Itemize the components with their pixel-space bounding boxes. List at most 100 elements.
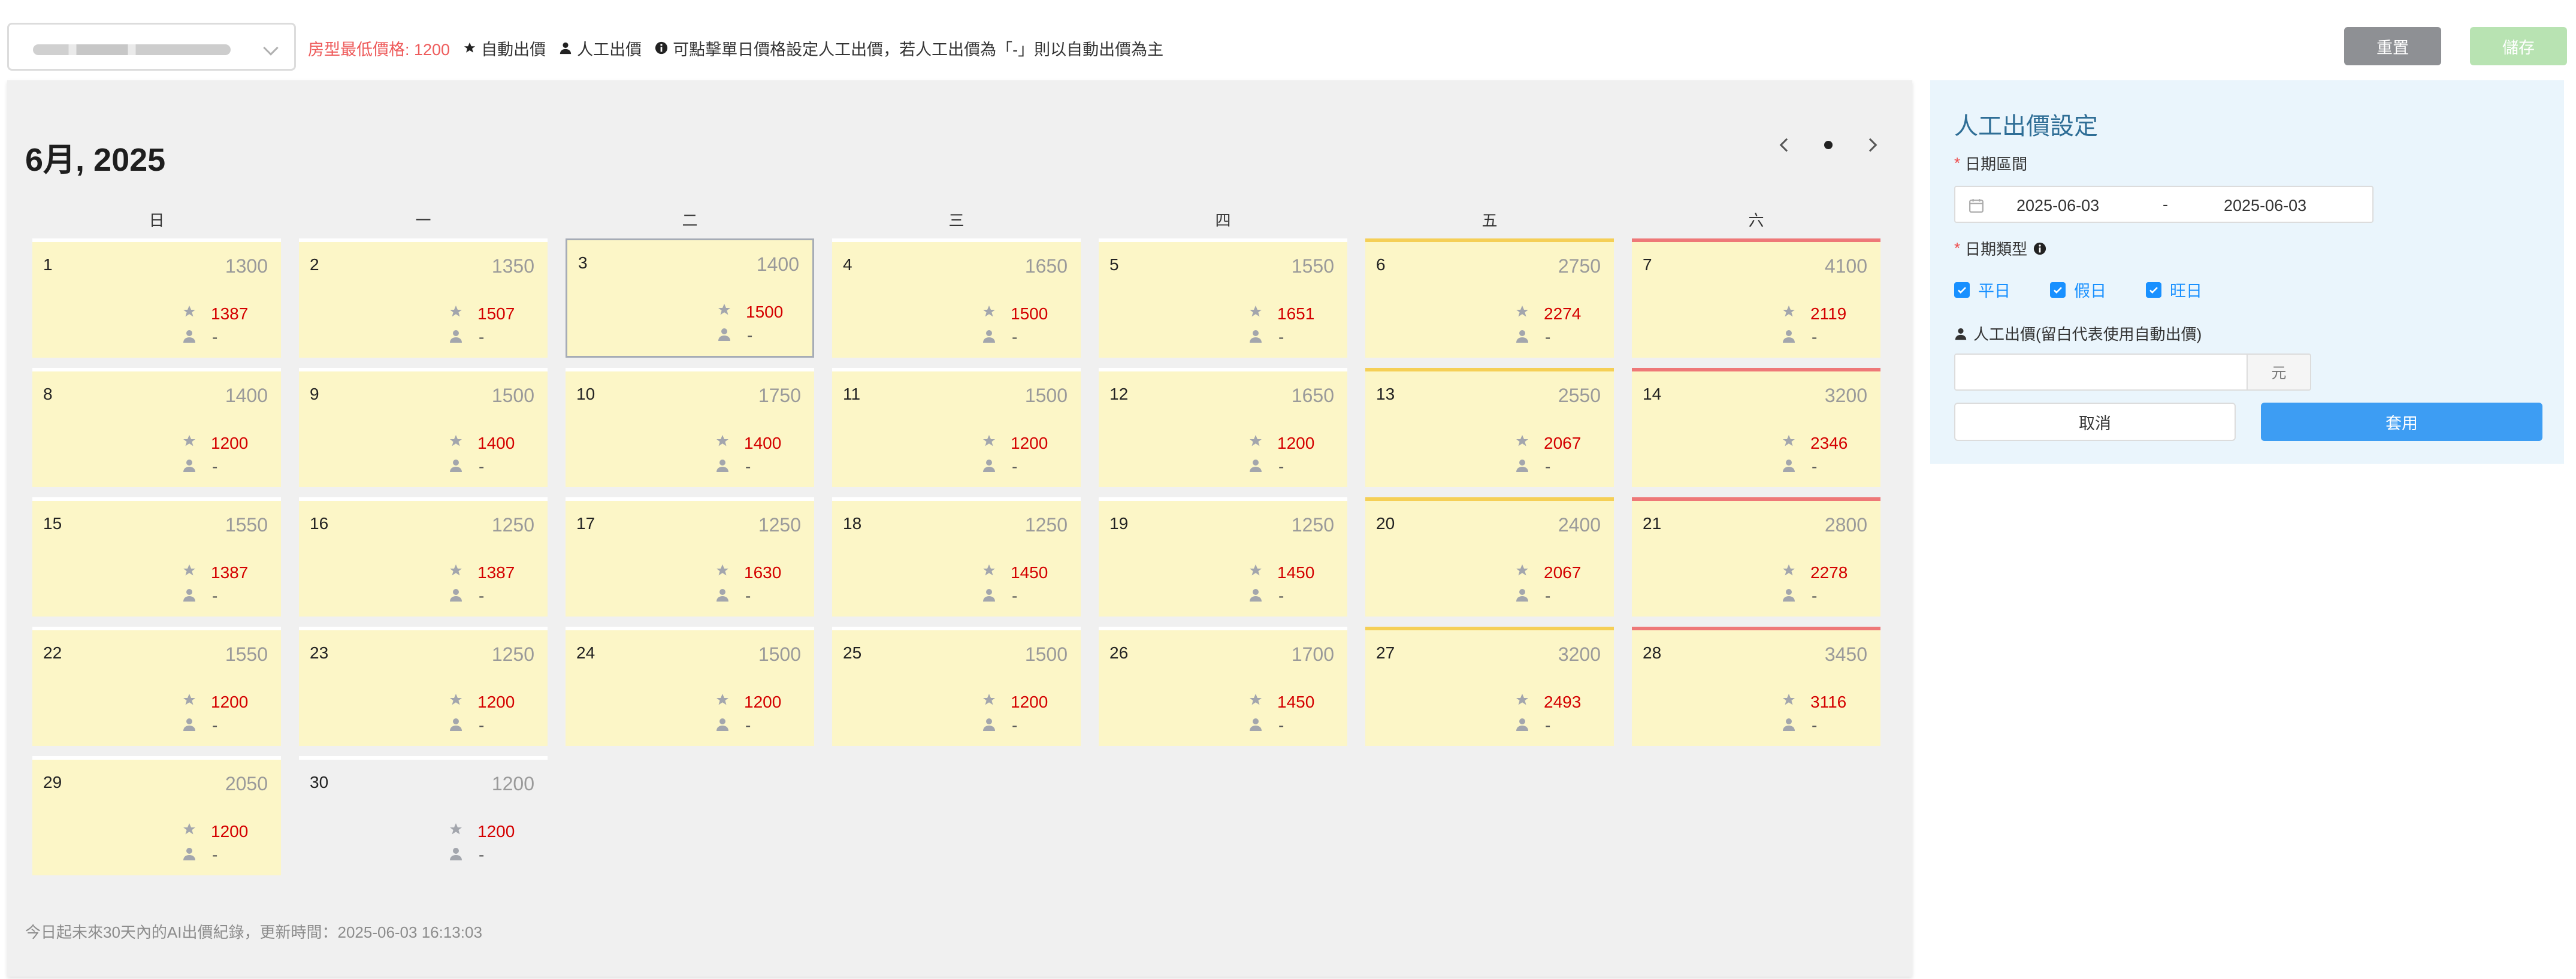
calendar-day-cell[interactable]: 3 1400 1500 - [566, 238, 814, 358]
apply-button[interactable]: 套用 [2261, 403, 2542, 441]
manual-price[interactable]: - [745, 457, 751, 476]
calendar-day-cell[interactable]: 30 1200 1200 - [299, 756, 548, 875]
calendar-day-cell[interactable]: 17 1250 1630 - [566, 497, 814, 617]
manual-price[interactable]: - [1812, 716, 1817, 735]
manual-price-input[interactable] [1954, 353, 2248, 391]
auto-price[interactable]: 1200 [477, 693, 515, 712]
calendar-day-cell[interactable]: 9 1500 1400 - [299, 368, 548, 487]
auto-price[interactable]: 1651 [1277, 304, 1314, 324]
auto-price[interactable]: 1507 [477, 304, 515, 324]
next-month-button[interactable] [1858, 133, 1882, 157]
calendar-day-cell[interactable]: 12 1650 1200 - [1099, 368, 1347, 487]
manual-price[interactable]: - [1012, 716, 1017, 735]
date-start-input[interactable]: 2025-06-03 [2016, 197, 2099, 215]
manual-price[interactable]: - [1012, 457, 1017, 476]
calendar-day-cell[interactable]: 8 1400 1200 - [32, 368, 281, 487]
manual-price[interactable]: - [1812, 587, 1817, 606]
calendar-day-cell[interactable]: 21 2800 2278 - [1632, 497, 1880, 617]
auto-price[interactable]: 1200 [477, 822, 515, 841]
auto-price[interactable]: 1500 [746, 303, 783, 322]
calendar-day-cell[interactable]: 4 1650 1500 - [832, 238, 1081, 358]
manual-price[interactable]: - [1812, 457, 1817, 476]
manual-price[interactable]: - [745, 716, 751, 735]
manual-price[interactable]: - [1278, 587, 1284, 606]
auto-price[interactable]: 3116 [1810, 693, 1846, 712]
manual-price[interactable]: - [1812, 328, 1817, 347]
calendar-day-cell[interactable]: 6 2750 2274 - [1365, 238, 1614, 358]
auto-price[interactable]: 2274 [1544, 304, 1581, 324]
auto-price[interactable]: 1200 [211, 434, 248, 453]
auto-price[interactable]: 1200 [211, 822, 248, 841]
date-end-input[interactable]: 2025-06-03 [2224, 197, 2306, 215]
calendar-day-cell[interactable]: 26 1700 1450 - [1099, 627, 1347, 746]
manual-price[interactable]: - [1545, 457, 1550, 476]
calendar-day-cell[interactable]: 10 1750 1400 - [566, 368, 814, 487]
manual-price[interactable]: - [479, 587, 484, 606]
auto-price[interactable]: 2278 [1810, 563, 1848, 582]
manual-price[interactable]: - [212, 716, 217, 735]
manual-price[interactable]: - [479, 845, 484, 865]
manual-price[interactable]: - [479, 716, 484, 735]
date-type-checkbox[interactable]: 假日 [2050, 278, 2106, 301]
cancel-button[interactable]: 取消 [1954, 403, 2236, 441]
auto-price[interactable]: 1200 [1011, 693, 1048, 712]
calendar-day-cell[interactable]: 16 1250 1387 - [299, 497, 548, 617]
manual-price[interactable]: - [1545, 328, 1550, 347]
calendar-day-cell[interactable]: 18 1250 1450 - [832, 497, 1081, 617]
manual-price[interactable]: - [479, 457, 484, 476]
manual-price[interactable]: - [212, 587, 217, 606]
auto-price[interactable]: 1200 [1277, 434, 1314, 453]
auto-price[interactable]: 1200 [744, 693, 781, 712]
calendar-day-cell[interactable]: 14 3200 2346 - [1632, 368, 1880, 487]
calendar-day-cell[interactable]: 2 1350 1507 - [299, 238, 548, 358]
auto-price[interactable]: 1200 [1011, 434, 1048, 453]
calendar-day-cell[interactable]: 27 3200 2493 - [1365, 627, 1614, 746]
auto-price[interactable]: 1387 [211, 304, 248, 324]
manual-price[interactable]: - [745, 587, 751, 606]
manual-price[interactable]: - [1012, 587, 1017, 606]
calendar-day-cell[interactable]: 5 1550 1651 - [1099, 238, 1347, 358]
manual-price[interactable]: - [1545, 716, 1550, 735]
calendar-day-cell[interactable]: 25 1500 1200 - [832, 627, 1081, 746]
calendar-day-cell[interactable]: 28 3450 3116 - [1632, 627, 1880, 746]
calendar-day-cell[interactable]: 23 1250 1200 - [299, 627, 548, 746]
auto-price[interactable]: 2067 [1544, 563, 1581, 582]
manual-price[interactable]: - [1278, 457, 1284, 476]
room-type-select[interactable] [7, 23, 296, 71]
date-type-checkbox[interactable]: 旺日 [2146, 278, 2202, 301]
manual-price[interactable]: - [212, 457, 217, 476]
auto-price[interactable]: 1200 [211, 693, 248, 712]
auto-price[interactable]: 2067 [1544, 434, 1581, 453]
today-button[interactable] [1816, 133, 1840, 157]
reset-button[interactable]: 重置 [2344, 27, 2441, 65]
calendar-day-cell[interactable]: 24 1500 1200 - [566, 627, 814, 746]
auto-price[interactable]: 1450 [1277, 563, 1314, 582]
auto-price[interactable]: 1630 [744, 563, 781, 582]
auto-price[interactable]: 1387 [211, 563, 248, 582]
manual-price[interactable]: - [212, 328, 217, 347]
auto-price[interactable]: 1500 [1011, 304, 1048, 324]
calendar-day-cell[interactable]: 7 4100 2119 - [1632, 238, 1880, 358]
auto-price[interactable]: 1387 [477, 563, 515, 582]
save-button[interactable]: 儲存 [2470, 27, 2567, 65]
auto-price[interactable]: 2493 [1544, 693, 1581, 712]
date-range-picker[interactable]: 2025-06-03 - 2025-06-03 [1954, 186, 2374, 223]
manual-price[interactable]: - [212, 845, 217, 865]
manual-price[interactable]: - [1012, 328, 1017, 347]
manual-price[interactable]: - [1278, 328, 1284, 347]
manual-price[interactable]: - [747, 326, 752, 345]
prev-month-button[interactable] [1774, 133, 1798, 157]
calendar-day-cell[interactable]: 11 1500 1200 - [832, 368, 1081, 487]
auto-price[interactable]: 1450 [1011, 563, 1048, 582]
date-type-checkbox[interactable]: 平日 [1954, 278, 2010, 301]
auto-price[interactable]: 2346 [1810, 434, 1848, 453]
auto-price[interactable]: 1400 [477, 434, 515, 453]
manual-price[interactable]: - [1545, 587, 1550, 606]
calendar-day-cell[interactable]: 29 2050 1200 - [32, 756, 281, 875]
manual-price[interactable]: - [479, 328, 484, 347]
calendar-day-cell[interactable]: 19 1250 1450 - [1099, 497, 1347, 617]
calendar-day-cell[interactable]: 22 1550 1200 - [32, 627, 281, 746]
calendar-day-cell[interactable]: 13 2550 2067 - [1365, 368, 1614, 487]
auto-price[interactable]: 1450 [1277, 693, 1314, 712]
calendar-day-cell[interactable]: 20 2400 2067 - [1365, 497, 1614, 617]
